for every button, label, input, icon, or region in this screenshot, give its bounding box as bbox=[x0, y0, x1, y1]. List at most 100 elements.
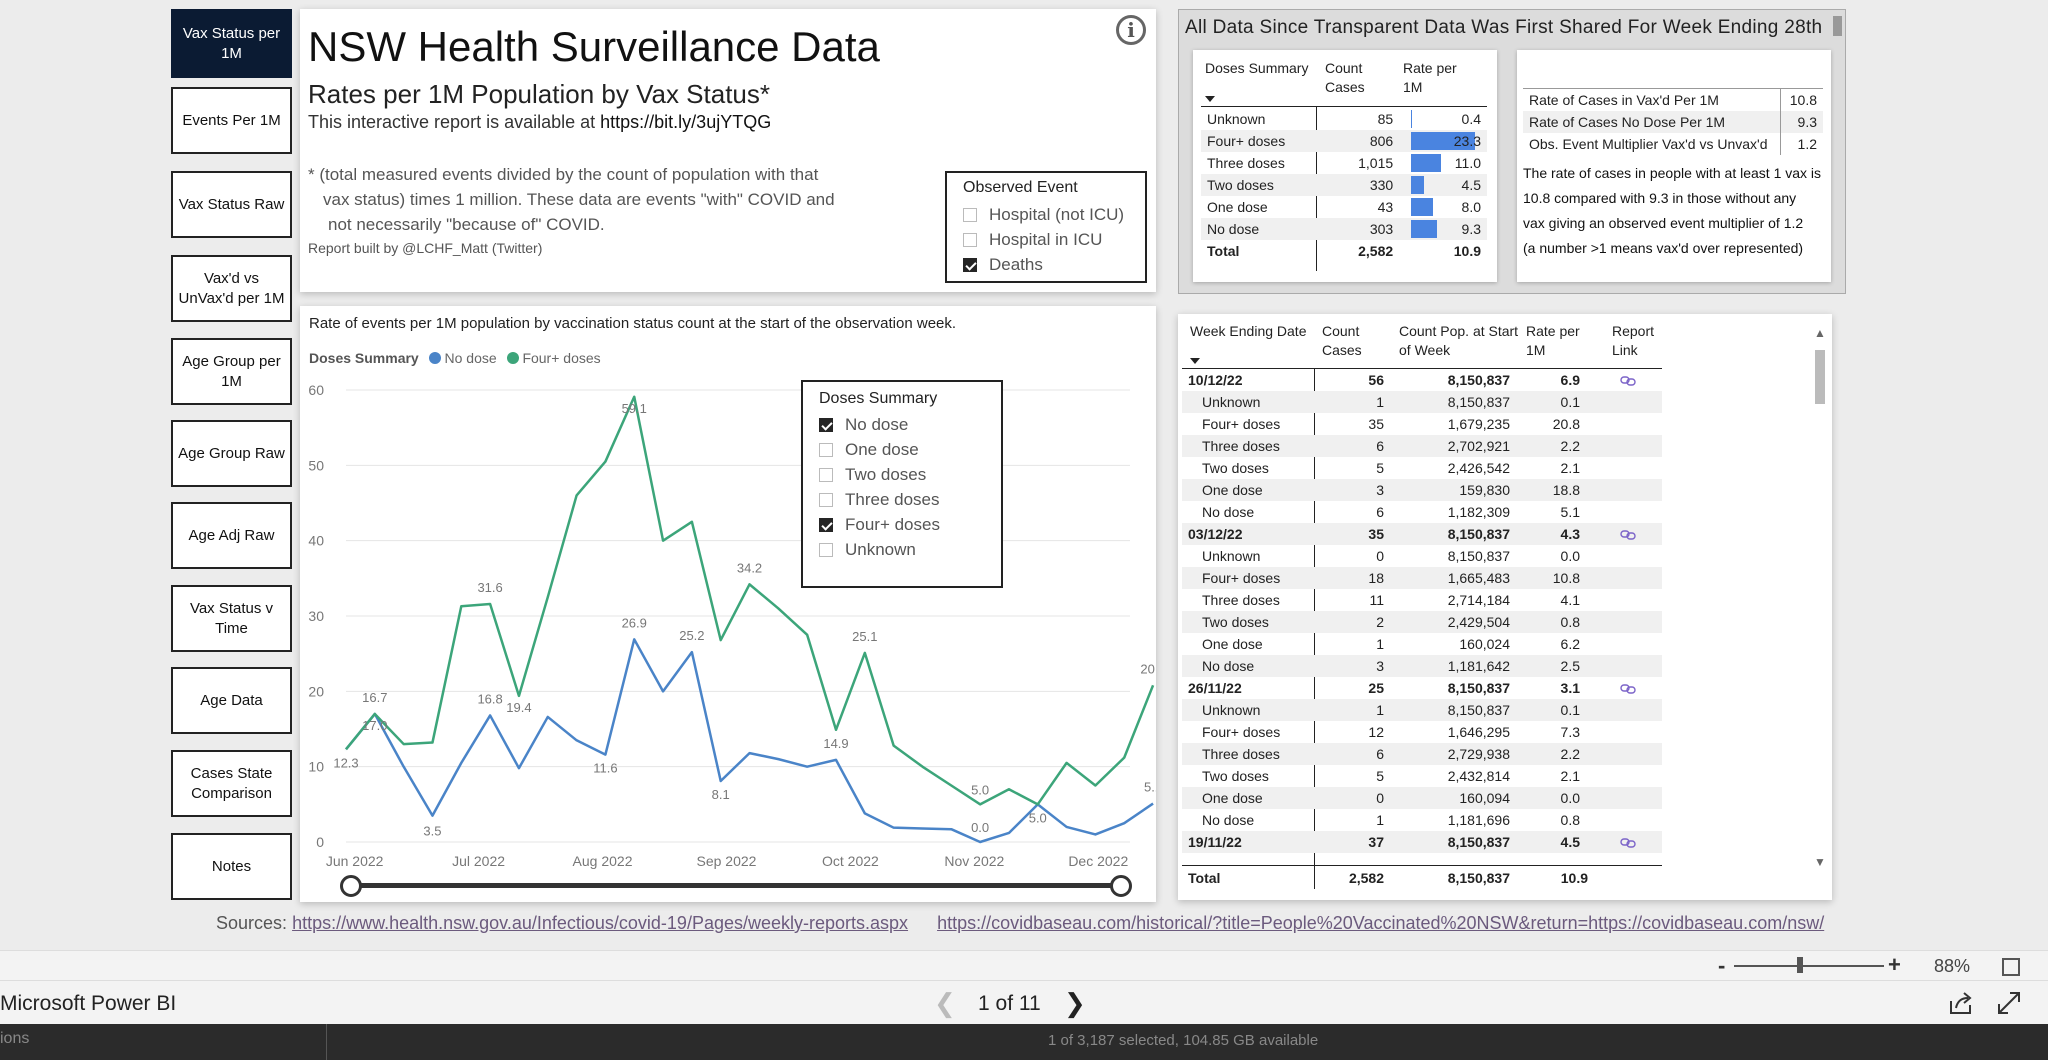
data-point[interactable] bbox=[978, 840, 982, 844]
source-link-nsw-health[interactable]: https://www.health.nsw.gov.au/Infectious… bbox=[292, 913, 908, 933]
data-point[interactable] bbox=[1065, 825, 1069, 829]
week-row[interactable]: 03/12/22 35 8,150,837 4.3 bbox=[1182, 523, 1662, 545]
table-row[interactable]: Four+ doses 35 1,679,235 20.8 bbox=[1182, 413, 1662, 435]
data-point[interactable] bbox=[1007, 831, 1011, 835]
data-point[interactable] bbox=[920, 826, 924, 830]
week-row[interactable]: 19/11/22 37 8,150,837 4.5 bbox=[1182, 831, 1662, 853]
nav-button[interactable]: Age Data bbox=[171, 667, 292, 734]
slicer-option[interactable]: Unknown bbox=[819, 537, 1001, 562]
data-point[interactable] bbox=[892, 744, 896, 748]
data-point[interactable] bbox=[805, 765, 809, 769]
nav-button[interactable]: Age Group per 1M bbox=[171, 338, 292, 405]
table-row[interactable]: No dose 1 1,181,696 0.8 bbox=[1182, 809, 1662, 831]
data-point[interactable] bbox=[575, 738, 579, 742]
table-row[interactable]: No dose 3 1,181,642 2.5 bbox=[1182, 655, 1662, 677]
checkbox-checked-icon[interactable] bbox=[819, 517, 833, 532]
date-range-slider-track[interactable] bbox=[349, 883, 1120, 888]
data-point[interactable] bbox=[949, 784, 953, 788]
data-point[interactable] bbox=[1151, 802, 1155, 806]
data-point[interactable] bbox=[488, 713, 492, 717]
data-point[interactable] bbox=[344, 747, 348, 751]
zoom-in-button[interactable]: + bbox=[1888, 952, 1901, 978]
week-row[interactable]: 26/11/22 25 8,150,837 3.1 bbox=[1182, 677, 1662, 699]
data-point[interactable] bbox=[949, 827, 953, 831]
data-point[interactable] bbox=[863, 651, 867, 655]
slicer-option[interactable]: Hospital in ICU bbox=[963, 227, 1145, 252]
zoom-out-button[interactable]: - bbox=[1718, 953, 1725, 979]
nav-button[interactable]: Notes bbox=[171, 833, 292, 900]
nav-button[interactable]: Vax Status v Time bbox=[171, 585, 292, 652]
sort-arrow-icon[interactable] bbox=[1190, 358, 1200, 364]
data-point[interactable] bbox=[834, 758, 838, 762]
next-page-icon[interactable]: ❯ bbox=[1064, 988, 1086, 1019]
week-row[interactable]: 10/12/22 56 8,150,837 6.9 bbox=[1182, 369, 1662, 391]
data-point[interactable] bbox=[920, 765, 924, 769]
data-point[interactable] bbox=[748, 582, 752, 586]
data-point[interactable] bbox=[603, 753, 607, 757]
data-point[interactable] bbox=[459, 604, 463, 608]
data-point[interactable] bbox=[459, 761, 463, 765]
data-point[interactable] bbox=[632, 637, 636, 641]
col-header-count-cases[interactable]: Count Cases bbox=[1322, 322, 1372, 360]
table-row[interactable]: Three doses 11 2,714,184 4.1 bbox=[1182, 589, 1662, 611]
slicer-option[interactable]: Four+ doses bbox=[819, 512, 1001, 537]
table-row[interactable]: Four+ doses 806 23.3 bbox=[1201, 130, 1487, 152]
nav-button[interactable]: Age Adj Raw bbox=[171, 502, 292, 569]
info-icon[interactable]: i bbox=[1116, 15, 1146, 45]
table-row[interactable]: One dose 0 160,094 0.0 bbox=[1182, 787, 1662, 809]
data-point[interactable] bbox=[517, 694, 521, 698]
data-point[interactable] bbox=[719, 638, 723, 642]
data-point[interactable] bbox=[834, 728, 838, 732]
scroll-up-icon[interactable]: ▲ bbox=[1814, 326, 1826, 340]
col-header-count[interactable]: Count Cases bbox=[1325, 59, 1375, 97]
zoom-level[interactable]: 88% bbox=[1934, 956, 1970, 977]
data-point[interactable] bbox=[430, 814, 434, 818]
table-row[interactable]: One dose 43 8.0 bbox=[1201, 196, 1487, 218]
col-header-week[interactable]: Week Ending Date bbox=[1190, 322, 1315, 341]
data-point[interactable] bbox=[1093, 784, 1097, 788]
data-point[interactable] bbox=[1007, 787, 1011, 791]
data-point[interactable] bbox=[863, 811, 867, 815]
slicer-option[interactable]: Two doses bbox=[819, 462, 1001, 487]
data-point[interactable] bbox=[748, 751, 752, 755]
checkbox-unchecked-icon[interactable] bbox=[819, 467, 833, 482]
data-point[interactable] bbox=[776, 757, 780, 761]
checkbox-checked-icon[interactable] bbox=[819, 417, 833, 432]
data-point[interactable] bbox=[1036, 802, 1040, 806]
table-row[interactable]: One dose 3 159,830 18.8 bbox=[1182, 479, 1662, 501]
data-point[interactable] bbox=[488, 602, 492, 606]
nav-button[interactable]: Age Group Raw bbox=[171, 420, 292, 487]
table-row[interactable]: One dose 1 160,024 6.2 bbox=[1182, 633, 1662, 655]
nav-button[interactable]: Events Per 1M bbox=[171, 87, 292, 154]
table-row[interactable]: Two doses 5 2,426,542 2.1 bbox=[1182, 457, 1662, 479]
vertical-scrollbar-thumb[interactable] bbox=[1815, 350, 1825, 404]
data-point[interactable] bbox=[1151, 683, 1155, 687]
nav-button[interactable]: Vax'd vs UnVax'd per 1M bbox=[171, 255, 292, 322]
data-point[interactable] bbox=[632, 395, 636, 399]
col-header-doses[interactable]: Doses Summary bbox=[1205, 59, 1315, 78]
table-row[interactable]: Three doses 1,015 11.0 bbox=[1201, 152, 1487, 174]
data-point[interactable] bbox=[690, 650, 694, 654]
checkbox-checked-icon[interactable] bbox=[963, 257, 977, 272]
fit-to-page-icon[interactable] bbox=[2002, 958, 2020, 976]
table-row[interactable]: No dose 303 9.3 bbox=[1201, 218, 1487, 240]
slicer-option[interactable]: Deaths bbox=[963, 252, 1145, 277]
slicer-option[interactable]: Hospital (not ICU) bbox=[963, 202, 1145, 227]
series-line-four-plus[interactable] bbox=[345, 395, 1155, 806]
checkbox-unchecked-icon[interactable] bbox=[819, 442, 833, 457]
table-row[interactable]: No dose 6 1,182,309 5.1 bbox=[1182, 501, 1662, 523]
table-row[interactable]: Four+ doses 12 1,646,295 7.3 bbox=[1182, 721, 1662, 743]
table-row[interactable]: Two doses 5 2,432,814 2.1 bbox=[1182, 765, 1662, 787]
data-point[interactable] bbox=[517, 766, 521, 770]
table-row[interactable]: Two doses 2 2,429,504 0.8 bbox=[1182, 611, 1662, 633]
nav-button[interactable]: Cases State Comparison bbox=[171, 750, 292, 817]
link-icon[interactable] bbox=[1620, 530, 1636, 540]
data-point[interactable] bbox=[661, 689, 665, 693]
table-row[interactable]: Unknown 0 8,150,837 0.0 bbox=[1182, 545, 1662, 567]
slicer-option[interactable]: One dose bbox=[819, 437, 1001, 462]
table-row[interactable]: Four+ doses 18 1,665,483 10.8 bbox=[1182, 567, 1662, 589]
zoom-slider-thumb[interactable] bbox=[1797, 957, 1803, 973]
checkbox-unchecked-icon[interactable] bbox=[963, 232, 977, 247]
link-icon[interactable] bbox=[1620, 838, 1636, 848]
table-row[interactable]: Unknown 1 8,150,837 0.1 bbox=[1182, 391, 1662, 413]
